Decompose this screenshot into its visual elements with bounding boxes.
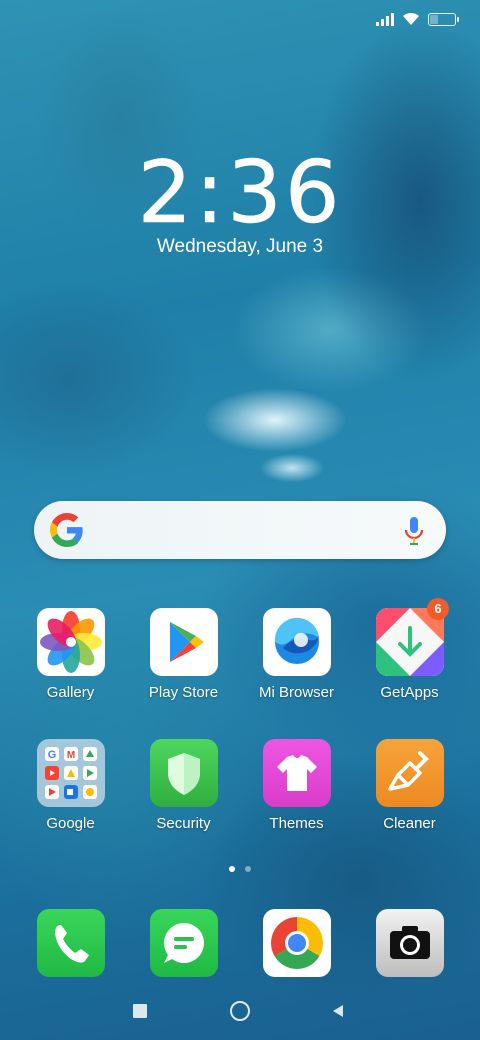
notification-badge: 6 <box>427 598 449 620</box>
recents-button[interactable] <box>125 996 155 1026</box>
dock-camera[interactable] <box>353 909 466 977</box>
mi-browser-icon <box>262 608 331 676</box>
home-button[interactable] <box>225 996 255 1026</box>
back-triangle-icon <box>333 1005 343 1017</box>
back-button[interactable] <box>323 996 353 1026</box>
app-label: Cleaner <box>383 815 436 832</box>
app-label: Mi Browser <box>258 684 334 701</box>
folder-google[interactable]: G M Google <box>14 739 127 832</box>
navigation-bar <box>0 996 480 1026</box>
page-indicator <box>0 866 480 872</box>
themes-icon <box>262 739 331 807</box>
chrome-icon <box>262 909 331 977</box>
app-gallery[interactable]: Gallery <box>14 608 127 701</box>
gallery-icon <box>36 608 105 676</box>
app-label: Play Store <box>148 684 219 701</box>
app-themes[interactable]: Themes <box>240 739 353 832</box>
signal-icon <box>376 12 394 26</box>
app-label: Security <box>156 815 211 832</box>
app-label: Google <box>46 815 95 832</box>
svg-text:M: M <box>66 750 74 761</box>
app-mi-browser[interactable]: Mi Browser <box>240 608 353 701</box>
microphone-icon[interactable] <box>404 516 424 546</box>
battery-icon <box>428 12 459 26</box>
app-play-store[interactable]: Play Store <box>127 608 240 701</box>
home-circle-icon <box>230 1001 250 1021</box>
messages-icon <box>149 909 218 977</box>
app-label: Gallery <box>46 684 95 701</box>
cleaner-icon <box>375 739 444 807</box>
status-bar <box>376 12 459 26</box>
google-g-icon <box>50 513 83 547</box>
recents-square-icon <box>133 1004 147 1018</box>
clock-time[interactable]: 2:36 <box>0 150 480 237</box>
app-cleaner[interactable]: Cleaner <box>353 739 466 832</box>
app-label: GetApps <box>380 684 439 701</box>
app-label: Themes <box>269 815 324 832</box>
app-security[interactable]: Security <box>127 739 240 832</box>
google-folder-icon: G M <box>36 739 105 807</box>
svg-text:G: G <box>47 749 56 761</box>
dock-chrome[interactable] <box>240 909 353 977</box>
phone-icon <box>36 909 105 977</box>
dock-messages[interactable] <box>127 909 240 977</box>
wifi-icon <box>403 12 419 25</box>
page-dot-2[interactable] <box>245 866 251 872</box>
app-getapps[interactable]: 6 GetApps <box>353 598 466 701</box>
page-dot-1[interactable] <box>229 866 235 872</box>
google-search-bar[interactable] <box>34 501 446 559</box>
play-store-icon <box>149 608 218 676</box>
dock-phone[interactable] <box>14 909 127 977</box>
clock-date[interactable]: Wednesday, June 3 <box>0 236 480 258</box>
camera-icon <box>375 909 444 977</box>
security-icon <box>149 739 218 807</box>
